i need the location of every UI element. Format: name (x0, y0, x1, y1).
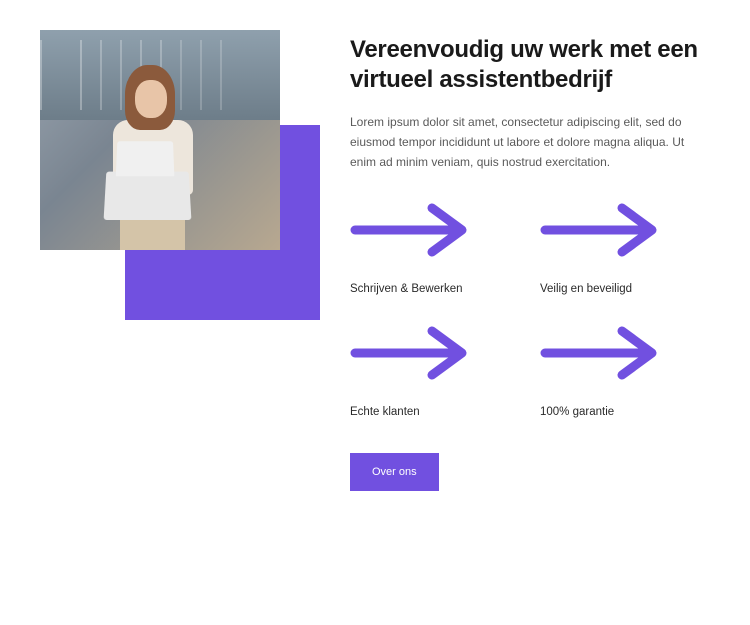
arrow-right-icon (540, 325, 710, 386)
about-us-button[interactable]: Over ons (350, 453, 439, 491)
feature-label: 100% garantie (540, 406, 710, 418)
arrow-right-icon (540, 202, 710, 263)
feature-label: Veilig en beveiligd (540, 283, 710, 295)
content-column: Vereenvoudig uw werk met een virtueel as… (350, 30, 710, 595)
intro-paragraph: Lorem ipsum dolor sit amet, consectetur … (350, 113, 710, 172)
feature-label: Echte klanten (350, 406, 520, 418)
features-grid: Schrijven & Bewerken Veilig en beveiligd… (350, 202, 710, 418)
image-column (40, 30, 310, 595)
feature-label: Schrijven & Bewerken (350, 283, 520, 295)
feature-writing: Schrijven & Bewerken (350, 202, 520, 295)
arrow-right-icon (350, 325, 520, 386)
arrow-right-icon (350, 202, 520, 263)
hero-image (40, 30, 280, 250)
feature-secure: Veilig en beveiligd (540, 202, 710, 295)
feature-guarantee: 100% garantie (540, 325, 710, 418)
page-heading: Vereenvoudig uw werk met een virtueel as… (350, 35, 710, 95)
feature-clients: Echte klanten (350, 325, 520, 418)
